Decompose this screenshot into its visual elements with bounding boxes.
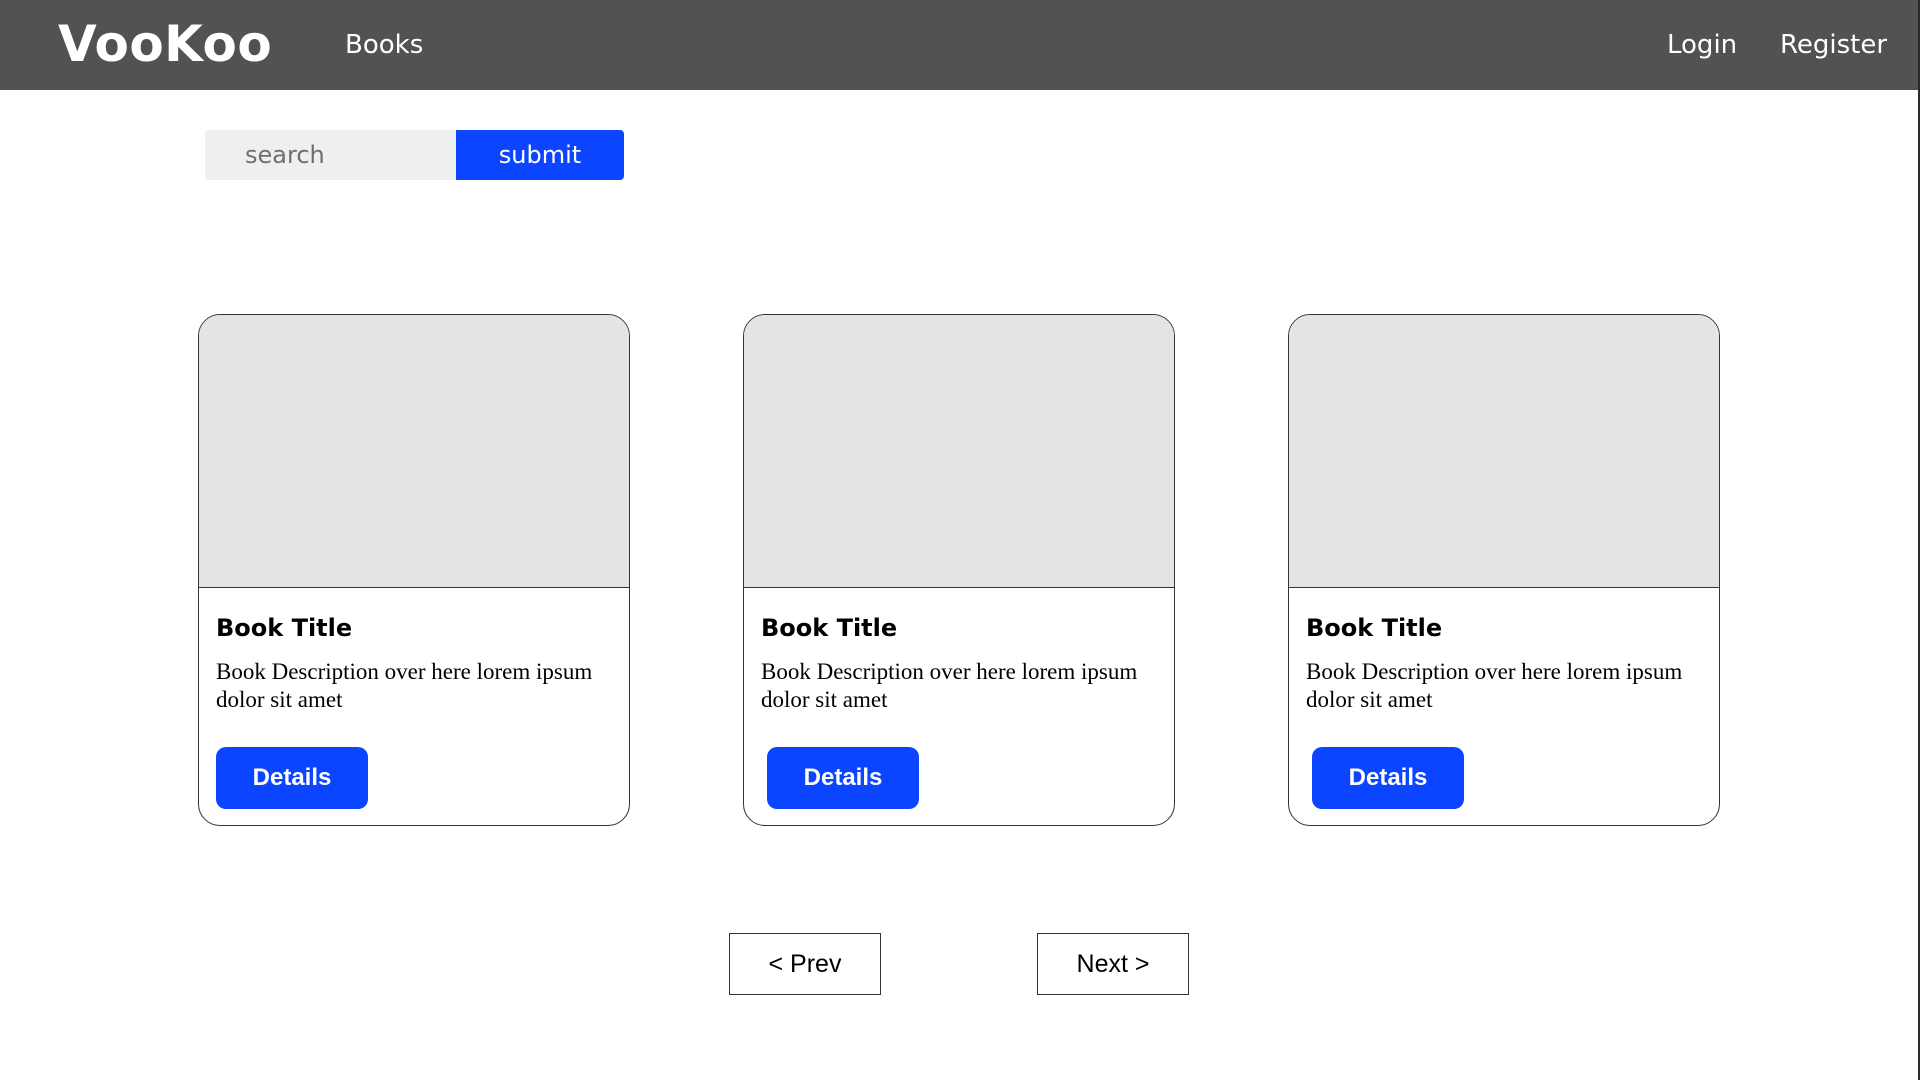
book-cover-image [744, 315, 1174, 588]
top-navbar: VooKoo Books Login Register [0, 0, 1920, 90]
book-title: Book Title [216, 614, 353, 642]
book-card: Book Title Book Description over here lo… [1288, 314, 1720, 826]
next-page-button[interactable]: Next > [1037, 933, 1189, 995]
page: VooKoo Books Login Register submit Book … [0, 0, 1920, 1080]
book-card: Book Title Book Description over here lo… [743, 314, 1175, 826]
nav-link-register[interactable]: Register [1780, 29, 1887, 61]
search-input[interactable] [205, 130, 456, 180]
book-title: Book Title [1306, 614, 1443, 642]
details-button[interactable]: Details [1312, 747, 1464, 809]
details-button[interactable]: Details [767, 747, 919, 809]
book-cover-image [199, 315, 629, 588]
book-cover-image [1289, 315, 1719, 588]
submit-button[interactable]: submit [456, 130, 624, 180]
nav-link-books[interactable]: Books [345, 29, 423, 61]
book-description: Book Description over here lorem ipsum d… [216, 659, 593, 712]
book-card: Book Title Book Description over here lo… [198, 314, 630, 826]
book-description: Book Description over here lorem ipsum d… [1306, 659, 1683, 712]
book-title: Book Title [761, 614, 898, 642]
prev-page-button[interactable]: < Prev [729, 933, 881, 995]
book-description: Book Description over here lorem ipsum d… [761, 659, 1138, 712]
brand-logo[interactable]: VooKoo [58, 14, 272, 74]
details-button[interactable]: Details [216, 747, 368, 809]
nav-link-login[interactable]: Login [1667, 29, 1737, 61]
search-bar: submit [205, 130, 624, 180]
